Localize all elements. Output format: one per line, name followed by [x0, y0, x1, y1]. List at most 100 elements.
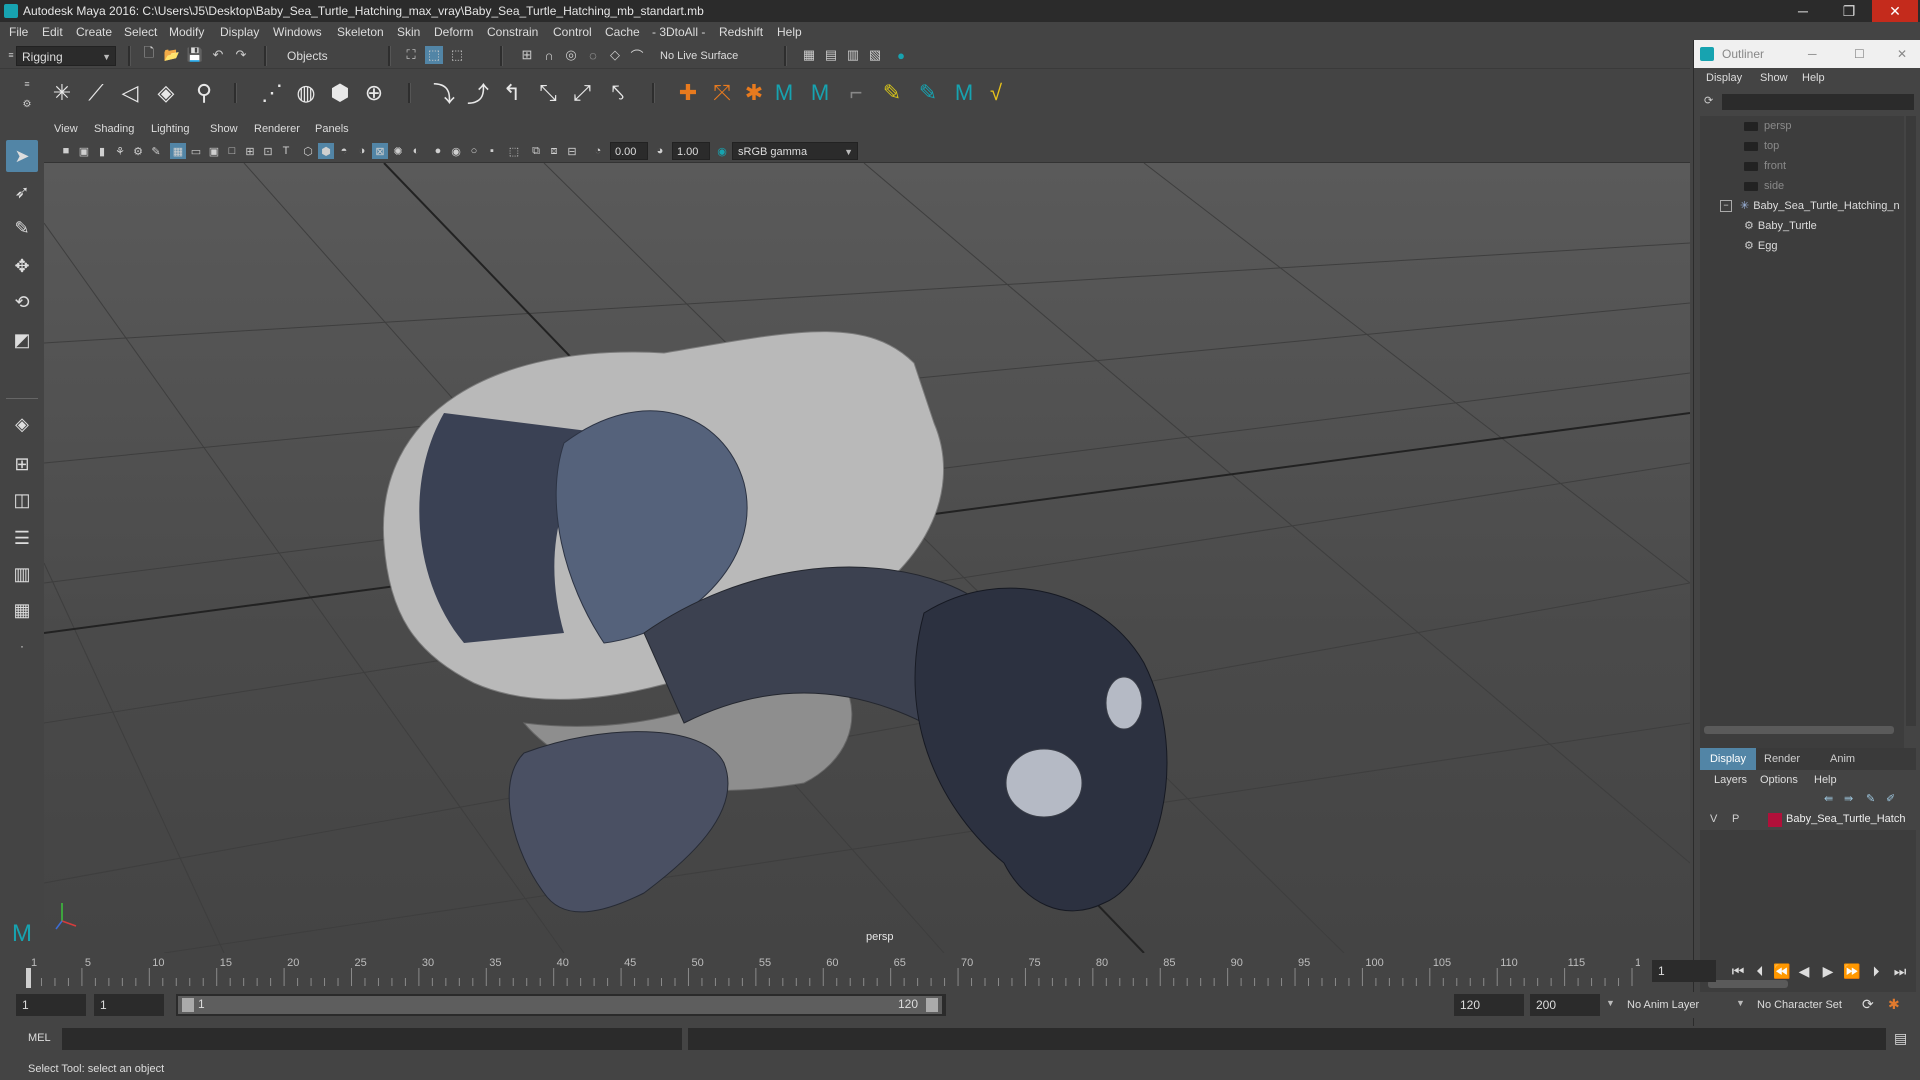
layer-color-swatch[interactable]	[1768, 813, 1782, 827]
command-input[interactable]	[62, 1028, 682, 1050]
color-management-icon[interactable]: ◉	[714, 143, 730, 159]
start-time-field[interactable]: 1	[16, 994, 86, 1016]
menu-help[interactable]: Help	[777, 25, 802, 39]
menu-windows[interactable]: Windows	[273, 25, 322, 39]
gate-mask-icon[interactable]: □	[224, 143, 240, 159]
redo-icon[interactable]: ↷	[232, 46, 250, 64]
resolution-gate-icon[interactable]: ▣	[206, 143, 222, 159]
viewport-menu-renderer[interactable]: Renderer	[254, 123, 300, 135]
menu-create[interactable]: Create	[76, 25, 112, 39]
wire-deformer-icon[interactable]: ⊕	[360, 79, 388, 107]
smooth-shade-icon[interactable]: ⬢	[318, 143, 334, 159]
menu-cache[interactable]: Cache	[605, 25, 640, 39]
menu-skeleton[interactable]: Skeleton	[337, 25, 384, 39]
menu-select[interactable]: Select	[124, 25, 157, 39]
tab-anim[interactable]: Anim	[1830, 748, 1855, 770]
new-scene-icon[interactable]: 🗋	[140, 45, 158, 64]
paint-select-icon[interactable]: ✎	[6, 212, 38, 244]
range-end-grip[interactable]	[926, 998, 938, 1012]
screen-space-ao-icon[interactable]: ●	[430, 143, 446, 159]
xray-active-icon[interactable]: ⧈	[546, 143, 562, 159]
menu-skin[interactable]: Skin	[397, 25, 420, 39]
step-back-key-icon[interactable]: ⏪	[1772, 961, 1792, 981]
live-surface-label[interactable]: No Live Surface	[660, 50, 738, 62]
maya-m2-icon[interactable]: M	[806, 79, 834, 107]
tab-display[interactable]: Display	[1700, 748, 1756, 770]
current-time-marker[interactable]	[26, 968, 31, 988]
snap-grid-icon[interactable]: ⊞	[518, 46, 536, 64]
menu-3dtoall[interactable]: - 3DtoAll -	[652, 25, 705, 39]
minimize-button[interactable]: ─	[1780, 0, 1826, 22]
field-chart-icon[interactable]: ⊞	[242, 143, 258, 159]
viewport-menu-lighting[interactable]: Lighting	[151, 123, 190, 135]
layer-menu-options[interactable]: Options	[1760, 774, 1798, 786]
time-slider[interactable]: 1 5 10 15 20 25 30 35 40 45 50 55 60 65 70 75 80 85 90 95 10…	[0, 954, 1716, 988]
step-forward-key-icon[interactable]: ⏩	[1842, 961, 1862, 981]
scale-tool-shelf-icon[interactable]: ✎	[878, 79, 906, 107]
layer-horizontal-scrollbar[interactable]	[1708, 980, 1788, 988]
scale-tool-icon[interactable]: ◩	[6, 324, 38, 356]
wireframe-on-shaded-icon[interactable]: ◓	[336, 143, 352, 159]
select-component-icon[interactable]: ⬚	[448, 46, 466, 64]
perspective-viewport[interactable]: persp	[44, 163, 1690, 953]
undo-icon[interactable]: ↶	[209, 46, 227, 64]
outliner-refresh-icon[interactable]: ⟳	[1704, 94, 1718, 108]
depth-of-field-icon[interactable]: ▪	[484, 143, 500, 159]
chevron-down-icon[interactable]: ▼	[1606, 998, 1615, 1008]
snap-surface-icon[interactable]: ◇	[606, 46, 624, 64]
outliner-horizontal-scrollbar[interactable]	[1704, 726, 1894, 734]
mirror-joint-icon[interactable]: ⚲	[190, 79, 218, 107]
layer-visibility-toggle[interactable]: V	[1710, 813, 1717, 825]
outliner-close-button[interactable]: ✕	[1897, 40, 1907, 68]
render-settings-icon[interactable]: ▦	[800, 46, 818, 64]
grid-toggle-icon[interactable]: ▦	[170, 143, 186, 159]
select-hierarchy-icon[interactable]: ⛶	[402, 46, 420, 64]
playback-end-field[interactable]: 120	[1454, 994, 1524, 1016]
open-scene-icon[interactable]: 📂	[163, 46, 181, 64]
layer-row[interactable]: V P Baby_Sea_Turtle_Hatch	[1700, 810, 1916, 830]
anim-layer-dropdown[interactable]: No Anim Layer	[1622, 994, 1742, 1016]
mirror-weights-icon[interactable]: ⤡	[534, 79, 562, 107]
range-slider-track[interactable]: 1 120	[176, 994, 946, 1016]
check-icon[interactable]: √	[982, 79, 1010, 107]
point-constraint-icon[interactable]: ✚	[674, 79, 702, 107]
character-set-dropdown[interactable]: No Character Set	[1752, 994, 1868, 1016]
two-view-icon[interactable]: ◫	[6, 484, 38, 516]
script-language-toggle[interactable]: MEL	[28, 1032, 51, 1044]
menu-file[interactable]: File	[9, 25, 28, 39]
two-d-pan-icon[interactable]: ⚙	[130, 143, 146, 159]
outliner-item-group[interactable]: − ✳ Baby_Sea_Turtle_Hatching_n	[1720, 196, 1920, 216]
go-to-end-icon[interactable]: ⏭	[1890, 961, 1910, 981]
viewport-menu-shading[interactable]: Shading	[94, 123, 134, 135]
lasso-tool-icon[interactable]: ➶	[6, 176, 38, 208]
save-scene-icon[interactable]: 💾	[186, 46, 204, 64]
outliner-item-egg[interactable]: ⚙ Egg	[1744, 236, 1920, 256]
xray-icon[interactable]: ◑	[354, 143, 370, 159]
outliner-item-persp[interactable]: persp	[1744, 116, 1920, 136]
antialiasing-icon[interactable]: ○	[466, 143, 482, 159]
playback-start-field[interactable]: 1	[94, 994, 164, 1016]
safe-title-icon[interactable]: T	[278, 143, 294, 159]
hud-icon[interactable]: ⊟	[564, 143, 580, 159]
wireframe-icon[interactable]: ⬡	[300, 143, 316, 159]
paint-weights-icon[interactable]: ↰	[498, 79, 526, 107]
ik-spline-icon[interactable]: ◁	[116, 79, 144, 107]
close-button[interactable]: ✕	[1872, 0, 1918, 22]
viewport-menu-view[interactable]: View	[54, 123, 78, 135]
exposure-field[interactable]: 0.00	[610, 142, 648, 160]
outliner-item-side[interactable]: side	[1744, 176, 1920, 196]
textured-icon[interactable]: ⊠	[372, 143, 388, 159]
insert-joint-icon[interactable]: ◈	[152, 79, 180, 107]
snap-curve-icon[interactable]: ∩	[540, 46, 558, 64]
select-tool-icon[interactable]: ➤	[6, 140, 38, 172]
view-transform-dropdown[interactable]: sRGB gamma ▼	[732, 142, 858, 160]
outliner-item-front[interactable]: front	[1744, 156, 1920, 176]
layer-menu-layers[interactable]: Layers	[1714, 774, 1747, 786]
snap-view-icon[interactable]: ◌	[584, 46, 602, 64]
scripts-icon[interactable]: ✎	[914, 79, 942, 107]
ipr-render-icon[interactable]: ▥	[844, 46, 862, 64]
hypershade-icon[interactable]: ●	[892, 46, 910, 64]
shelf-tabs-icon[interactable]: ≡	[18, 75, 36, 93]
script-editor-icon[interactable]: ▤	[1894, 1030, 1907, 1047]
single-view-icon[interactable]: ◈	[6, 408, 38, 440]
